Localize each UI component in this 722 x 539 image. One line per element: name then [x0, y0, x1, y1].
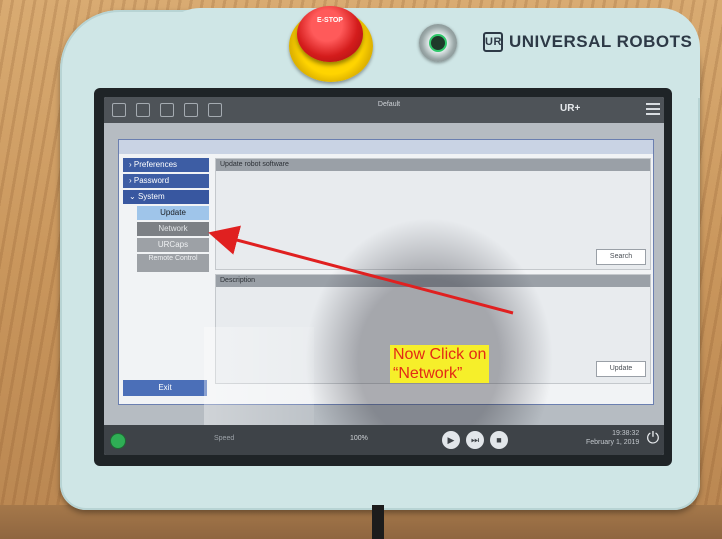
annotation-arrow	[208, 225, 514, 315]
annotation-line-2: “Network”	[393, 365, 463, 382]
annotation-line-1: Now Click on	[393, 346, 487, 363]
annotation-callout: Now Click on “Network”	[390, 345, 490, 383]
pendant-cable	[372, 505, 384, 539]
